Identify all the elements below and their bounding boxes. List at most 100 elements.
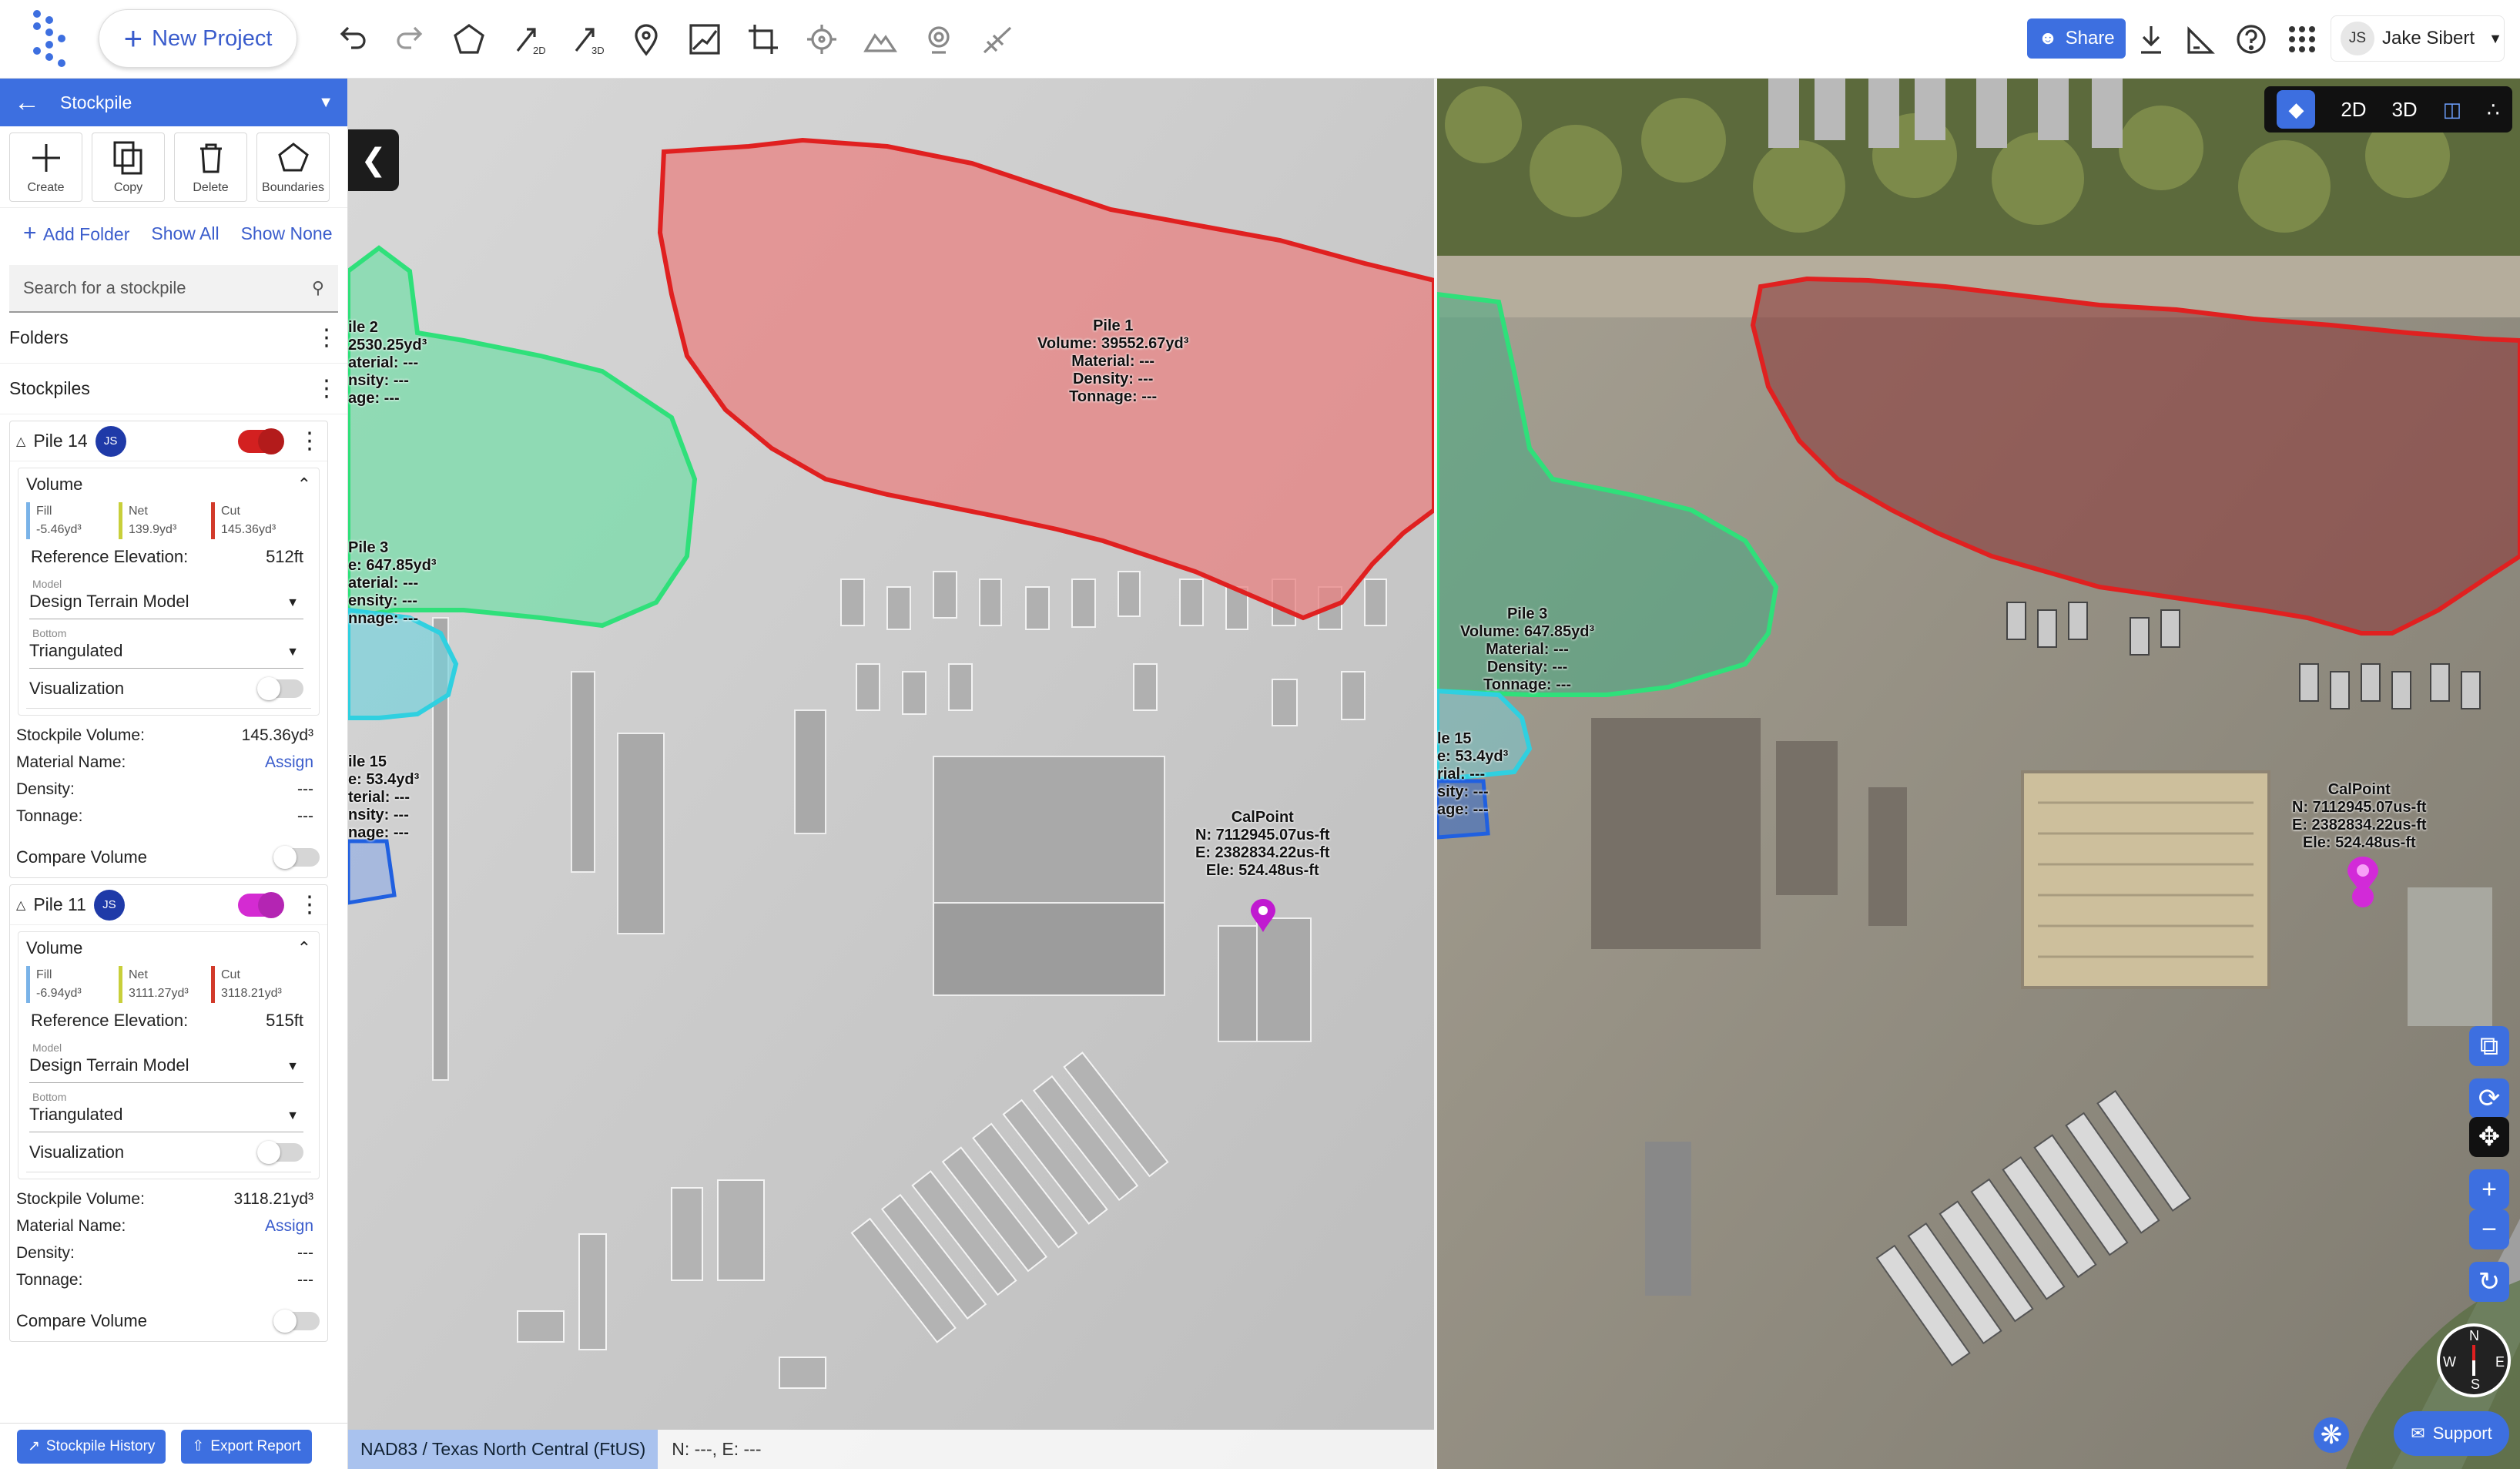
sweep-icon[interactable] — [977, 18, 1018, 60]
split-view-icon[interactable]: ◫ — [2443, 98, 2462, 122]
delete-label: Delete — [193, 180, 229, 194]
bottom-label: Bottom — [32, 1091, 67, 1103]
model-value: Design Terrain Model — [29, 1055, 189, 1075]
bottom-select[interactable]: Bottom Triangulated ▼ — [29, 1089, 303, 1132]
stockpile-volume-label: Stockpile Volume: — [16, 1189, 145, 1208]
target-icon[interactable] — [801, 18, 843, 60]
pan-arrows-icon[interactable]: ✥ — [2469, 1117, 2509, 1157]
stockpile-history-label: Stockpile History — [45, 1437, 156, 1454]
bottom-value: Triangulated — [29, 1105, 123, 1124]
calpoint-label: CalPoint N: 7112945.07us-ft E: 2382834.2… — [1195, 809, 1330, 880]
ref-elevation-label: Reference Elevation: — [31, 1011, 189, 1030]
pile-15-boundary[interactable] — [348, 839, 397, 905]
compass-needle — [2472, 1345, 2475, 1376]
add-folder-button[interactable]: + Add Folder — [23, 220, 129, 247]
visualization-toggle[interactable] — [257, 1140, 303, 1164]
copy-button[interactable]: Copy — [92, 132, 165, 202]
show-all-link[interactable]: Show All — [151, 223, 219, 244]
pile-2-volume: 2530.25yd³ — [348, 337, 427, 354]
boundaries-button[interactable]: Boundaries — [256, 132, 330, 202]
more-vert-icon[interactable]: ⋮ — [298, 428, 321, 454]
undo-icon[interactable] — [331, 18, 373, 60]
model-select[interactable]: Model Design Terrain Model ▼ — [29, 1040, 303, 1083]
user-name: Jake Sibert — [2382, 28, 2475, 49]
share-button[interactable]: ☻ Share — [2027, 18, 2126, 59]
more-vert-icon[interactable]: ⋮ — [315, 326, 338, 350]
collapse-panel-button[interactable]: ❮ — [348, 129, 399, 191]
stockpiles-section[interactable]: Stockpiles ⋮ — [0, 364, 347, 414]
folders-section[interactable]: Folders ⋮ — [0, 313, 347, 364]
export-report-button[interactable]: ⇧ Export Report — [181, 1429, 312, 1464]
accessibility-icon[interactable]: ❋ — [2314, 1417, 2349, 1453]
compare-volume-toggle[interactable] — [273, 1310, 320, 1333]
rotate-icon[interactable]: ↻ — [2469, 1262, 2509, 1302]
create-button[interactable]: Create — [9, 132, 82, 202]
fill-value: -5.46yd³ — [36, 523, 82, 536]
user-menu[interactable]: JS Jake Sibert ▼ — [2331, 15, 2505, 62]
bottom-select[interactable]: Bottom Triangulated ▼ — [29, 625, 303, 669]
apps-grid-icon[interactable] — [2281, 18, 2323, 60]
delete-button[interactable]: Delete — [174, 132, 247, 202]
cursor-coordinates: N: ---, E: --- — [672, 1439, 762, 1459]
chevron-up-icon[interactable]: ⌃ — [297, 938, 311, 958]
search-icon[interactable]: ⚲ — [312, 278, 324, 298]
elevation-profile-icon[interactable] — [684, 18, 726, 60]
app-logo-icon[interactable] — [23, 8, 77, 69]
show-none-link[interactable]: Show None — [241, 223, 333, 244]
assign-material-link[interactable]: Assign — [265, 753, 313, 772]
caret-down-icon[interactable]: ▼ — [318, 94, 333, 112]
point-cloud-icon[interactable]: ∴ — [2487, 98, 2500, 122]
pile-header[interactable]: △ Pile 11 JS ⋮ — [10, 885, 327, 925]
terrain-icon[interactable] — [860, 18, 901, 60]
volume-box: Volume ⌃ Fill -6.94yd³ Net 3111.27yd³ Cut 31… — [18, 931, 320, 1179]
more-vert-icon[interactable]: ⋮ — [298, 891, 321, 918]
layers-icon[interactable]: ◆ — [2277, 90, 2316, 129]
support-button[interactable]: ✉ Support — [2394, 1411, 2509, 1456]
zoom-in-icon[interactable]: + — [2469, 1169, 2509, 1209]
visualization-toggle[interactable] — [257, 676, 303, 700]
more-vert-icon[interactable]: ⋮ — [315, 377, 338, 401]
orthophoto-map-view[interactable]: Pile 3 Volume: 647.85yd³ Material: --- D… — [1437, 79, 2520, 1469]
assign-material-link[interactable]: Assign — [265, 1217, 313, 1236]
model-select[interactable]: Model Design Terrain Model ▼ — [29, 576, 303, 619]
plus-icon: + — [123, 20, 143, 56]
compare-layers-icon[interactable]: ⧉ — [2469, 1026, 2509, 1066]
zoom-out-icon[interactable]: − — [2469, 1209, 2509, 1249]
measure-3d-icon[interactable]: 3D — [567, 18, 608, 60]
folders-label: Folders — [9, 327, 69, 347]
polygon-icon[interactable] — [448, 18, 490, 60]
caret-down-icon: ▼ — [287, 1109, 299, 1122]
crop-icon[interactable] — [742, 18, 784, 60]
ruler-icon[interactable] — [2180, 18, 2221, 60]
view-2d-button[interactable]: 2D — [2341, 98, 2366, 122]
measure-2d-icon[interactable]: 2D — [508, 18, 550, 60]
help-icon[interactable] — [2230, 18, 2272, 60]
pile-visibility-toggle[interactable] — [238, 893, 283, 917]
new-project-button[interactable]: + New Project — [99, 9, 297, 68]
collapse-caret-icon[interactable]: △ — [16, 434, 25, 449]
chevron-up-icon[interactable]: ⌃ — [297, 475, 311, 495]
gcp-icon[interactable] — [918, 18, 960, 60]
location-pin-icon[interactable] — [625, 18, 667, 60]
search-input[interactable]: Search for a stockpile ⚲ — [9, 265, 338, 313]
elevation-map-view[interactable]: Pile 1 Volume: 39552.67yd³ Material: ---… — [348, 79, 1434, 1469]
crs-label[interactable]: NAD83 / Texas North Central (FtUS) — [348, 1430, 658, 1469]
compare-volume-toggle[interactable] — [273, 846, 320, 869]
orbit-icon[interactable]: ⟳ — [2469, 1078, 2509, 1119]
pile-visibility-toggle[interactable] — [238, 429, 283, 453]
pile-card: △ Pile 14 JS ⋮ Volume ⌃ Fill -5.46yd³ Net 1… — [9, 421, 328, 878]
panel-header[interactable]: ← Stockpile ▼ — [0, 79, 347, 126]
redo-icon[interactable] — [390, 18, 431, 60]
back-arrow-icon[interactable]: ← — [14, 88, 40, 118]
pile-header[interactable]: △ Pile 14 JS ⋮ — [10, 421, 327, 461]
compass-south: S — [2471, 1377, 2481, 1392]
download-icon[interactable] — [2130, 18, 2172, 60]
tonnage-value: --- — [297, 1270, 313, 1289]
boundaries-label: Boundaries — [262, 180, 324, 194]
collapse-caret-icon[interactable]: △ — [16, 897, 25, 913]
stockpile-history-button[interactable]: ↗ Stockpile History — [17, 1429, 166, 1464]
pile-15-density: nsity: --- — [348, 807, 409, 823]
compass-icon[interactable]: N E S W — [2437, 1323, 2511, 1397]
fill-label: Fill — [36, 505, 52, 518]
view-3d-button[interactable]: 3D — [2391, 98, 2417, 122]
